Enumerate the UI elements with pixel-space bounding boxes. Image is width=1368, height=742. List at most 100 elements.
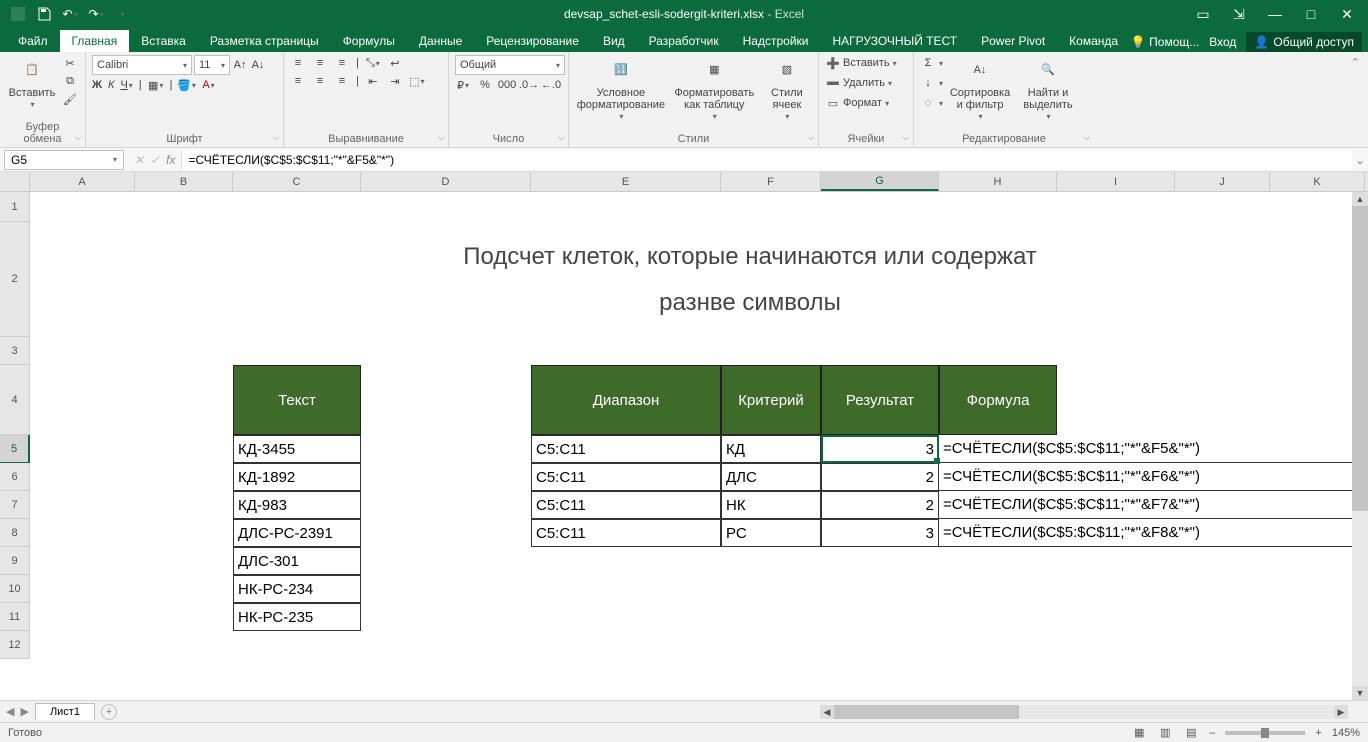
column-header[interactable]: K (1270, 172, 1365, 191)
cell-F5[interactable]: КД (721, 435, 821, 463)
cell-G5[interactable]: 3 (821, 435, 939, 463)
underline-button[interactable]: Ч▾ (120, 79, 132, 91)
cell-C10[interactable]: НК-РС-234 (233, 575, 361, 603)
qat-more-icon[interactable]: ▾ (110, 3, 134, 25)
ribbon-tab-разметка страницы[interactable]: Разметка страницы (198, 30, 331, 52)
align-center-icon[interactable]: ≡ (312, 73, 328, 89)
comma-icon[interactable]: 000 (499, 77, 515, 93)
font-color-icon[interactable]: A▾ (201, 77, 217, 93)
cell-H4[interactable]: Формула (939, 365, 1057, 435)
cell-E8[interactable]: C5:C11 (531, 519, 721, 547)
ribbon-arrow-icon[interactable]: ⇲ (1222, 0, 1256, 28)
decrease-indent-icon[interactable]: ⇤ (365, 73, 381, 89)
column-header[interactable]: E (531, 172, 721, 191)
column-header[interactable]: J (1175, 172, 1270, 191)
border-icon[interactable]: ▦▾ (148, 77, 164, 93)
minimize-icon[interactable]: — (1258, 0, 1292, 28)
zoom-in-icon[interactable]: + (1315, 727, 1321, 739)
insert-cells-button[interactable]: ➕Вставить▾ (825, 55, 897, 71)
cell-H7[interactable]: =СЧЁТЕСЛИ($C$5:$C$11;"*"&F7&"*") (939, 491, 1365, 519)
cell-C6[interactable]: КД-1892 (233, 463, 361, 491)
cell-H5[interactable]: =СЧЁТЕСЛИ($C$5:$C$11;"*"&F5&"*") (939, 435, 1365, 463)
collapse-ribbon-icon[interactable]: ⌃ (1343, 52, 1368, 147)
row-header[interactable]: 8 (0, 519, 30, 547)
cell-H6[interactable]: =СЧЁТЕСЛИ($C$5:$C$11;"*"&F6&"*") (939, 463, 1365, 491)
align-left-icon[interactable]: ≡ (290, 73, 306, 89)
column-header[interactable]: H (939, 172, 1057, 191)
ribbon-tab-формулы[interactable]: Формулы (331, 30, 407, 52)
row-header[interactable]: 7 (0, 491, 30, 519)
number-format-select[interactable]: Общий▾ (455, 55, 565, 75)
undo-icon[interactable]: ↶▾ (58, 3, 82, 25)
column-header[interactable]: A (30, 172, 135, 191)
normal-view-icon[interactable]: ▦ (1131, 725, 1147, 741)
cell-E4[interactable]: Диапазон (531, 365, 721, 435)
ribbon-tab-надстройки[interactable]: Надстройки (731, 30, 821, 52)
new-sheet-icon[interactable]: + (101, 704, 117, 720)
fill-button[interactable]: ↓▾ (920, 75, 943, 91)
scroll-down-icon[interactable]: ▼ (1352, 686, 1368, 700)
cell-F7[interactable]: НК (721, 491, 821, 519)
font-name-select[interactable]: Calibri▾ (92, 55, 192, 75)
row-header[interactable]: 3 (0, 337, 30, 365)
scroll-thumb[interactable] (834, 705, 1019, 719)
align-top-icon[interactable]: ≡ (290, 55, 306, 71)
paste-button[interactable]: 📋 Вставить▾ (6, 55, 58, 110)
format-painter-icon[interactable]: 🖌 (62, 91, 78, 107)
font-size-select[interactable]: 11▾ (194, 55, 230, 75)
increase-indent-icon[interactable]: ⇥ (387, 73, 403, 89)
ribbon-tab-вид[interactable]: Вид (591, 30, 637, 52)
sort-filter-button[interactable]: A↓ Сортировка и фильтр▾ (947, 55, 1013, 122)
scroll-left-icon[interactable]: ◀ (820, 705, 834, 719)
clear-button[interactable]: ◌▾ (920, 95, 943, 111)
ribbon-tab-рецензирование[interactable]: Рецензирование (474, 30, 591, 52)
row-header[interactable]: 10 (0, 575, 30, 603)
cell-C5[interactable]: КД-3455 (233, 435, 361, 463)
cell-G8[interactable]: 3 (821, 519, 939, 547)
column-header[interactable]: B (135, 172, 233, 191)
increase-font-icon[interactable]: A↑ (232, 57, 248, 73)
cell-E5[interactable]: C5:C11 (531, 435, 721, 463)
increase-decimal-icon[interactable]: .0→ (521, 77, 537, 93)
cell-E6[interactable]: C5:C11 (531, 463, 721, 491)
cell-B2[interactable]: Подсчет клеток, которые начинаются или с… (135, 222, 1365, 337)
cell-H8[interactable]: =СЧЁТЕСЛИ($C$5:$C$11;"*"&F8&"*") (939, 519, 1365, 547)
sheet-nav-prev-icon[interactable]: ◀ (6, 705, 14, 718)
cell-G4[interactable]: Результат (821, 365, 939, 435)
scroll-thumb[interactable] (1352, 206, 1368, 511)
decrease-decimal-icon[interactable]: ←.0 (543, 77, 559, 93)
zoom-slider[interactable] (1225, 731, 1305, 735)
fx-icon[interactable]: fx (166, 153, 175, 167)
fill-color-icon[interactable]: 🪣▾ (179, 77, 195, 93)
formula-input[interactable] (181, 150, 1352, 170)
ribbon-tab-power pivot[interactable]: Power Pivot (969, 30, 1057, 52)
cell-C8[interactable]: ДЛС-РС-2391 (233, 519, 361, 547)
cell-C11[interactable]: НК-РС-235 (233, 603, 361, 631)
align-right-icon[interactable]: ≡ (334, 73, 350, 89)
enter-formula-icon[interactable]: ✓ (150, 153, 160, 167)
sheet-tab[interactable]: Лист1 (35, 703, 95, 720)
maximize-icon[interactable]: □ (1294, 0, 1328, 28)
redo-icon[interactable]: ↷▾ (84, 3, 108, 25)
orientation-icon[interactable]: ⤡▾ (365, 55, 381, 71)
spreadsheet-grid[interactable]: ABCDEFGHIJK 123456789101112 Подсчет клет… (0, 172, 1368, 700)
column-header[interactable]: F (721, 172, 821, 191)
row-header[interactable]: 1 (0, 192, 30, 222)
row-header[interactable]: 2 (0, 222, 30, 337)
ribbon-display-icon[interactable]: ▭ (1186, 0, 1220, 28)
ribbon-tab-главная[interactable]: Главная (60, 30, 130, 52)
cell-G6[interactable]: 2 (821, 463, 939, 491)
horizontal-scrollbar[interactable]: ◀ ▶ (820, 705, 1348, 719)
cancel-formula-icon[interactable]: ✕ (134, 153, 144, 167)
autosum-button[interactable]: Σ▾ (920, 55, 943, 71)
row-header[interactable]: 4 (0, 365, 30, 435)
column-header[interactable]: D (361, 172, 531, 191)
cell-E7[interactable]: C5:C11 (531, 491, 721, 519)
zoom-out-icon[interactable]: – (1209, 727, 1215, 739)
page-break-view-icon[interactable]: ▤ (1183, 725, 1199, 741)
column-header[interactable]: I (1057, 172, 1175, 191)
italic-button[interactable]: К (108, 79, 114, 91)
cell-F6[interactable]: ДЛС (721, 463, 821, 491)
currency-icon[interactable]: ₽▾ (455, 77, 471, 93)
select-all-corner[interactable] (0, 172, 30, 191)
